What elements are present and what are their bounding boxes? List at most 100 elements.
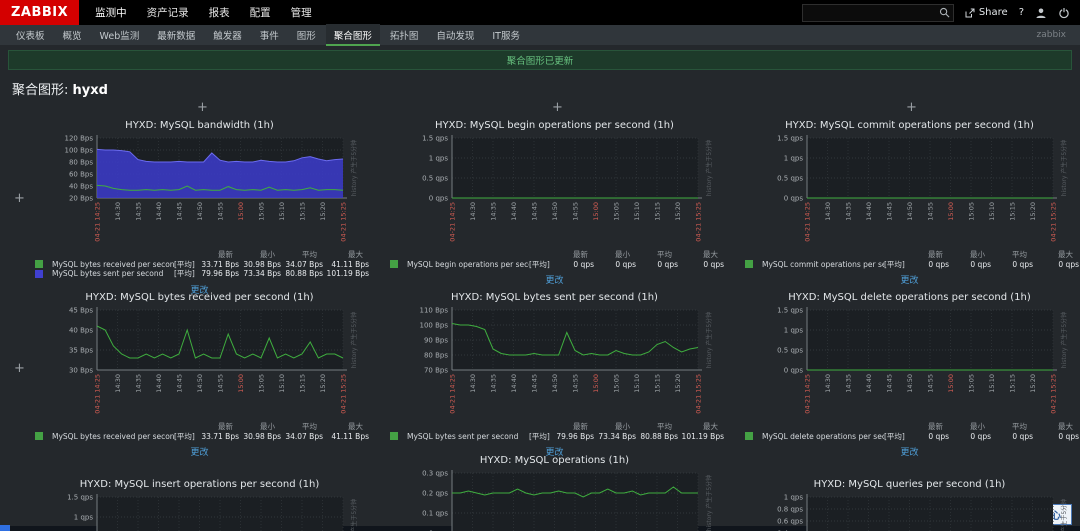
x-axis-label: 14:30: [114, 202, 122, 221]
x-axis-label: 04-21 14:25: [449, 202, 457, 242]
screen-cell: HYXD: MySQL commit operations per second…: [737, 120, 1080, 286]
graph-image[interactable]: 1.5 qps1 qps0.5 qps0 qps04-21 14:2514:30…: [737, 133, 1080, 245]
graph-image[interactable]: 120 Bps100 Bps80 Bps60 Bps40 Bps20 Bps04…: [27, 133, 372, 245]
add-cell-button[interactable]: +: [197, 101, 208, 114]
change-link[interactable]: 更改: [27, 445, 372, 458]
x-axis-label: 14:55: [217, 202, 225, 221]
top-menu-item[interactable]: 配置: [250, 5, 271, 20]
top-menu-item[interactable]: 报表: [209, 5, 230, 20]
y-axis-label: 30 Bps: [69, 366, 93, 374]
x-axis-label: 15:10: [278, 202, 286, 221]
y-axis-label: 70 Bps: [424, 366, 448, 374]
graph-watermark: history 产生于5分钟: [705, 475, 713, 531]
graph-watermark: history 产生于5分钟: [350, 140, 358, 196]
y-axis-label: 20 Bps: [69, 194, 93, 202]
search-box: [801, 3, 954, 22]
sub-nav-item[interactable]: Web监测: [92, 24, 148, 46]
chart-title: HYXD: MySQL queries per second (1h): [813, 479, 1006, 490]
add-cell-button[interactable]: +: [14, 362, 25, 375]
chart-title: HYXD: MySQL insert operations per second…: [79, 479, 320, 490]
y-axis-label: 120 Bps: [65, 134, 94, 142]
x-axis-label: 04-21 15:25: [695, 374, 703, 414]
sub-nav-item[interactable]: 最新数据: [149, 24, 203, 46]
change-link[interactable]: 更改: [737, 445, 1080, 458]
change-link[interactable]: 更改: [382, 273, 727, 286]
sub-nav-item[interactable]: 自动发现: [428, 24, 482, 46]
sub-nav-item[interactable]: IT服务: [484, 24, 528, 46]
legend-value: 79.96 Bps: [556, 431, 594, 441]
y-axis-label: 45 Bps: [69, 306, 93, 314]
y-axis-label: 0.5 qps: [777, 346, 803, 354]
top-bar: ZABBIX 监测中 资产记录 报表 配置 管理 Share ?: [0, 0, 1080, 25]
x-axis-label: 04-21 15:25: [340, 202, 348, 242]
graph-image[interactable]: 1.5 qps1 qps0.5 qps0 qps04-21 14:2514:30…: [382, 133, 727, 245]
legend-header: 最大: [1058, 422, 1073, 431]
x-axis-label: 04-21 15:25: [695, 202, 703, 242]
legend-value: 0 qps: [1012, 259, 1033, 269]
sub-nav-item[interactable]: 概览: [55, 24, 90, 46]
x-axis-label: 14:30: [469, 202, 477, 221]
search-input[interactable]: [802, 6, 941, 19]
x-axis-label: 04-21 15:25: [340, 374, 348, 414]
update-banner: 聚合图形已更新: [8, 50, 1072, 70]
sub-nav-item[interactable]: 聚合图形: [325, 24, 380, 46]
taskbar-corner: [0, 525, 10, 531]
x-axis-label: 14:35: [135, 374, 143, 393]
zabbix-logo[interactable]: ZABBIX: [0, 0, 80, 25]
graph-image[interactable]: 45 Bps 40 Bps 35 Bps 30 Bps04-21 14:25 14:30…: [27, 305, 372, 417]
sub-nav-item[interactable]: 图形: [289, 24, 324, 46]
graph-legend: 最新 最小 平均 最大 MySQL begin operations per secon…: [382, 250, 727, 269]
main-menu: 监测中 资产记录 报表 配置 管理: [95, 5, 312, 20]
graph-image[interactable]: 1.5 qps1 qps0.5 qps0 qps04-21 14:2514:30…: [737, 305, 1080, 417]
legend-header: 最大: [703, 250, 718, 259]
chart-title: HYXD: MySQL operations (1h): [479, 455, 630, 466]
y-axis-label: 0.3 qps: [422, 469, 448, 477]
search-icon[interactable]: [939, 7, 950, 18]
add-cell-button[interactable]: +: [552, 101, 563, 114]
x-axis-label: 15:05: [258, 374, 266, 393]
sub-nav-item[interactable]: 触发器: [205, 24, 250, 46]
x-axis-label: 14:40: [155, 202, 163, 221]
screen-cell: HYXD: MySQL begin operations per second …: [382, 120, 727, 286]
legend-function: [平均]: [174, 431, 195, 441]
add-cell-button[interactable]: +: [14, 192, 25, 205]
graph-image[interactable]: 110 Bps 100 Bps 90 Bps 80 Bps 70 Bps04-21 14…: [382, 305, 727, 417]
sub-nav-item[interactable]: 事件: [252, 24, 287, 46]
sub-nav-item[interactable]: 仪表板: [8, 24, 53, 46]
graph-image[interactable]: 0.3 qps0.2 qps0.1 qps0 qps04-21 14:2514:…: [382, 468, 727, 531]
graph-image[interactable]: 1 qps0.8 qps0.6 qps0.4 qps0.2 qps0 qps04…: [737, 492, 1080, 531]
legend-value: 0 qps: [1058, 431, 1079, 441]
share-button[interactable]: Share: [965, 7, 1008, 18]
top-menu-item[interactable]: 资产记录: [147, 5, 189, 20]
signout-icon[interactable]: [1058, 7, 1070, 19]
legend-value: 80.88 Bps: [640, 431, 678, 441]
x-axis-label: 14:30: [824, 374, 832, 393]
x-axis-label: 15:05: [968, 374, 976, 393]
legend-header: 最小: [260, 250, 275, 259]
x-axis-label: 14:45: [176, 374, 184, 393]
legend-swatch: [390, 432, 398, 441]
y-axis-label: 1 qps: [74, 513, 94, 521]
screen-cell: HYXD: MySQL bandwidth (1h) 120 Bps 100 Bps…: [27, 120, 372, 296]
legend-value: 30.98 Bps: [243, 431, 281, 441]
x-axis-label: 14:55: [572, 374, 580, 393]
graph-image[interactable]: 1.5 qps1 qps0.5 qps0 qps04-21 14:2514:30…: [27, 492, 372, 531]
user-icon[interactable]: [1035, 7, 1047, 19]
sub-nav-item[interactable]: 拓扑图: [382, 24, 427, 46]
top-menu-item[interactable]: 监测中: [95, 5, 127, 20]
x-axis-label: 15:20: [319, 202, 327, 221]
x-axis-label: 14:45: [531, 202, 539, 221]
legend-header: 最小: [260, 422, 275, 431]
add-cell-button[interactable]: +: [906, 101, 917, 114]
graph-legend: 最新 最小 平均 最大 MySQL bytes sent per second [平均] 7…: [382, 422, 727, 441]
graph-watermark: history 产生于5分钟: [350, 499, 358, 531]
legend-value: 0 qps: [970, 431, 991, 441]
help-button[interactable]: ?: [1019, 7, 1024, 18]
x-axis-label: 14:50: [906, 202, 914, 221]
legend-header: 最小: [970, 250, 985, 259]
change-link[interactable]: 更改: [737, 273, 1080, 286]
legend-header: 平均: [302, 250, 317, 259]
legend-value: 0 qps: [615, 259, 636, 269]
top-menu-item[interactable]: 管理: [291, 5, 312, 20]
legend-value: 33.71 Bps: [201, 259, 239, 269]
